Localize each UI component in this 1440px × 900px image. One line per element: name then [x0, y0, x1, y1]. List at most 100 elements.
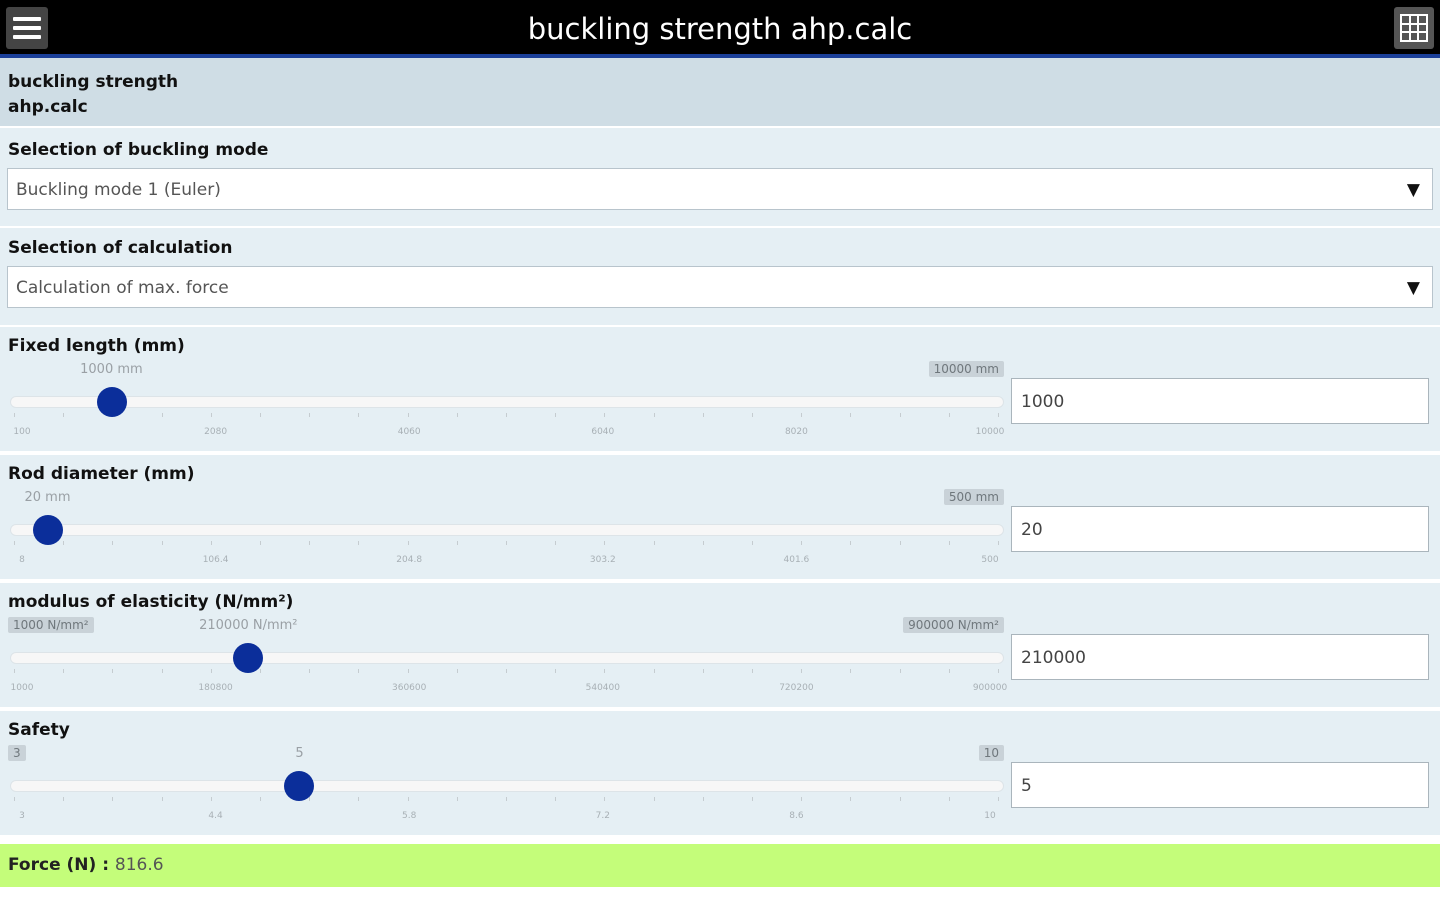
page-header: buckling strength ahp.calc: [0, 58, 1440, 126]
buckling-mode-select[interactable]: Buckling mode 1 (Euler) ▼: [7, 168, 1433, 210]
safety-tick: [555, 797, 557, 801]
app-title: buckling strength ahp.calc: [527, 12, 913, 46]
modulus-min-bubble: 1000 N/mm²: [8, 617, 94, 633]
safety-tick: [506, 797, 507, 801]
safety-tick-label: 10: [984, 811, 996, 821]
fixed-length-tick-label: 4060: [397, 427, 421, 437]
modulus-tick: [112, 669, 114, 673]
safety-tick: [112, 797, 114, 801]
modulus-tick: [63, 669, 65, 673]
modulus-max-bubble: 900000 N/mm²: [903, 617, 1004, 633]
fixed-length-tick: [63, 413, 65, 417]
fixed-length-max-bubble: 10000 mm: [928, 361, 1004, 377]
modulus-label: modulus of elasticity (N/mm²): [8, 592, 294, 612]
fixed-length-tick-label: 10000: [975, 427, 1005, 437]
fixed-length-tick: [161, 413, 163, 417]
fixed-length-tick: [506, 413, 507, 417]
modulus-tick-label: 900000: [972, 683, 1008, 693]
safety-input-value: 5: [1021, 776, 1032, 796]
fixed-length-value-bubble: 1000 mm: [75, 361, 148, 378]
modulus-value-bubble: 210000 N/mm²: [194, 617, 303, 634]
rod-diameter-input[interactable]: 20: [1011, 506, 1429, 552]
result-label: Force (N) :: [8, 855, 109, 875]
grid-view-icon[interactable]: [1394, 7, 1434, 49]
rod-diameter-value-bubble: 20 mm: [19, 489, 76, 506]
rod-diameter-tick: [407, 541, 409, 545]
modulus-tick-label: 720200: [779, 683, 814, 693]
safety-tick: [456, 797, 458, 801]
page-title-line2: ahp.calc: [8, 97, 88, 117]
safety-tick-label: 4.4: [208, 811, 223, 821]
fixed-length-tick: [309, 413, 311, 417]
rod-diameter-max-bubble: 500 mm: [943, 489, 1004, 505]
rod-diameter-section: Rod diameter (mm) 500 mm 8 106.4 204.8 303.2 4…: [0, 455, 1440, 579]
rod-diameter-tick: [850, 541, 852, 545]
buckling-mode-value: Buckling mode 1 (Euler): [16, 180, 221, 200]
fixed-length-tick: [702, 413, 704, 417]
fixed-length-tick: [358, 413, 360, 417]
rod-diameter-tick: [653, 541, 655, 545]
modulus-tick-label: 180800: [198, 683, 233, 693]
fixed-length-tick: [260, 413, 261, 417]
modulus-tick: [948, 669, 950, 673]
safety-tick: [260, 797, 261, 801]
safety-tick-label: 3: [19, 811, 25, 821]
calculation-select[interactable]: Calculation of max. force ▼: [7, 266, 1433, 308]
safety-tick: [702, 797, 704, 801]
rod-diameter-tick: [702, 541, 704, 545]
rod-diameter-tick: [309, 541, 311, 545]
rod-diameter-tick-label: 401.6: [783, 555, 810, 565]
rod-diameter-tick: [752, 541, 753, 545]
safety-tick: [161, 797, 163, 801]
safety-min-bubble: 3: [8, 745, 26, 761]
modulus-tick: [161, 669, 163, 673]
modulus-tick: [358, 669, 360, 673]
safety-tick: [14, 797, 15, 801]
modulus-input-value: 210000: [1021, 648, 1086, 668]
modulus-tick-label: 360600: [392, 683, 427, 693]
dropdown-arrow-icon: ▼: [1406, 180, 1420, 200]
modulus-tick: [653, 669, 655, 673]
fixed-length-slider-thumb[interactable]: [96, 387, 127, 417]
modulus-slider-track[interactable]: [10, 652, 1004, 664]
safety-tick: [604, 797, 606, 801]
safety-tick: [948, 797, 950, 801]
safety-label: Safety: [8, 720, 70, 740]
modulus-tick: [801, 669, 803, 673]
fixed-length-slider-track[interactable]: [10, 396, 1004, 408]
safety-slider-track[interactable]: [10, 780, 1004, 792]
modulus-tick: [850, 669, 852, 673]
safety-tick-label: 7.2: [595, 811, 610, 821]
modulus-tick-label: 1000: [10, 683, 34, 693]
rod-diameter-tick-label: 204.8: [396, 555, 423, 565]
rod-diameter-tick-label: 8: [19, 555, 25, 565]
rod-diameter-tick-label: 500: [981, 555, 999, 565]
modulus-tick: [506, 669, 507, 673]
rod-diameter-tick: [14, 541, 15, 545]
safety-tick: [899, 797, 901, 801]
fixed-length-label: Fixed length (mm): [8, 336, 185, 356]
app-toolbar: buckling strength ahp.calc: [0, 0, 1440, 58]
rod-diameter-tick: [260, 541, 261, 545]
modulus-tick: [998, 669, 999, 673]
safety-tick: [63, 797, 65, 801]
rod-diameter-slider-thumb[interactable]: [32, 515, 63, 545]
rod-diameter-tick: [456, 541, 458, 545]
fixed-length-input[interactable]: 1000: [1011, 378, 1429, 424]
fixed-length-tick: [14, 413, 15, 417]
modulus-slider-thumb[interactable]: [233, 643, 264, 673]
safety-tick: [998, 797, 999, 801]
fixed-length-tick: [801, 413, 803, 417]
modulus-input[interactable]: 210000: [1011, 634, 1429, 680]
safety-tick: [653, 797, 655, 801]
rod-diameter-tick: [801, 541, 803, 545]
safety-tick: [850, 797, 852, 801]
rod-diameter-tick: [998, 541, 999, 545]
fixed-length-tick: [555, 413, 557, 417]
dropdown-arrow-icon: ▼: [1406, 278, 1420, 298]
modulus-tick: [14, 669, 15, 673]
safety-input[interactable]: 5: [1011, 762, 1429, 808]
modulus-tick: [899, 669, 901, 673]
rod-diameter-slider-track[interactable]: [10, 524, 1004, 536]
safety-value-bubble: 5: [290, 745, 309, 762]
